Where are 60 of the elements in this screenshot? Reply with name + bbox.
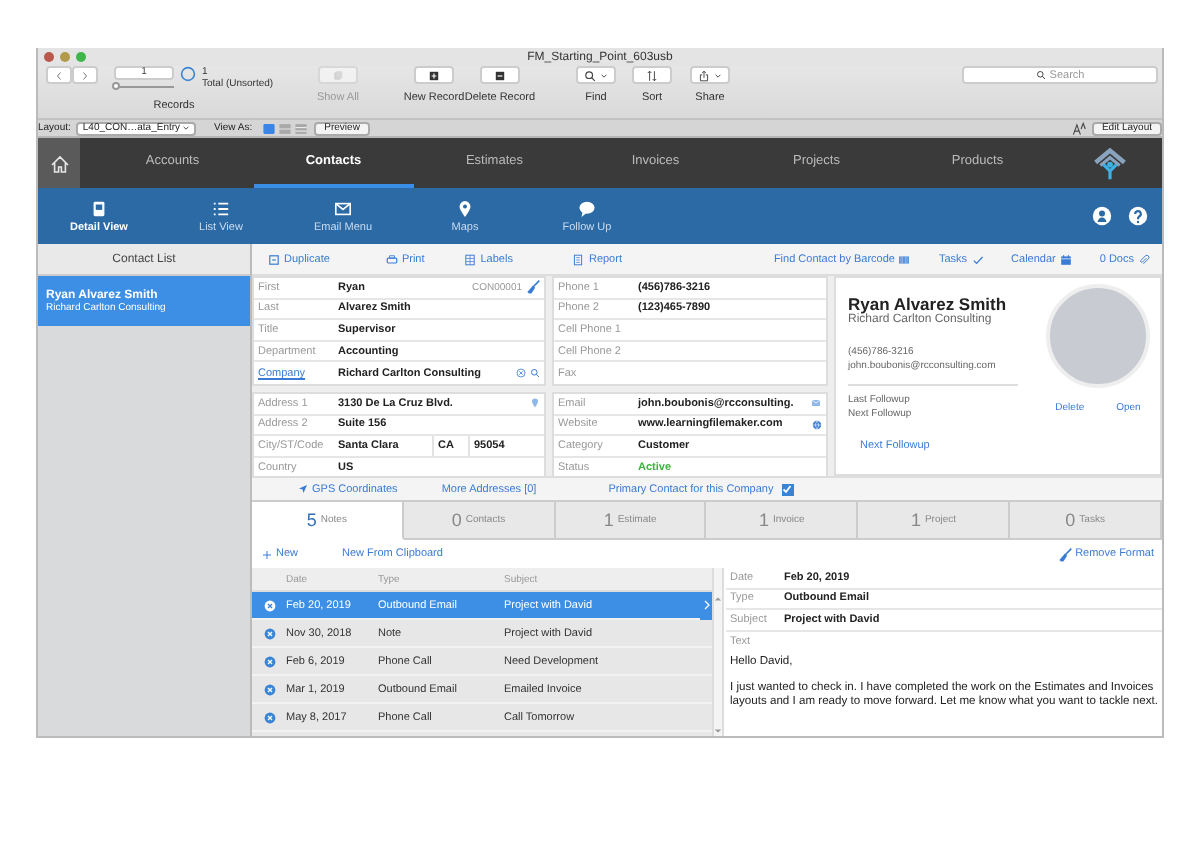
caret-icon	[182, 124, 191, 132]
list-icon	[212, 199, 230, 217]
clear-icon	[516, 368, 526, 379]
minimize-button[interactable]	[60, 52, 70, 62]
printer-icon	[385, 253, 398, 265]
search-icon	[530, 368, 540, 379]
photo-placeholder	[1046, 284, 1150, 388]
find-button[interactable]	[576, 66, 616, 84]
home-button[interactable]	[38, 138, 80, 188]
paperclip-icon	[1138, 253, 1150, 265]
caret-icon	[600, 71, 608, 79]
caret-icon	[714, 71, 722, 79]
share-button[interactable]	[690, 66, 730, 84]
brush-icon	[526, 280, 540, 295]
chevron-right-icon	[80, 69, 90, 81]
scroll-down-arrow-icon[interactable]	[714, 728, 722, 734]
delete-icon[interactable]	[263, 599, 275, 611]
pin-icon	[530, 398, 540, 409]
sort-arrows-icon	[646, 69, 658, 81]
document-icon	[90, 199, 108, 217]
calendar-icon	[1059, 253, 1072, 265]
chevron-left-icon	[54, 69, 64, 81]
record-circle-icon	[180, 66, 196, 82]
envelope-icon	[334, 199, 352, 217]
duplicate-icon	[268, 253, 280, 265]
plus-icon	[262, 549, 272, 559]
checkmark-icon	[971, 253, 984, 265]
scrollbar[interactable]	[712, 568, 724, 736]
barcode-icon	[898, 253, 911, 265]
contact-name: Ryan Alvarez Smith	[848, 294, 1009, 314]
help-icon	[1128, 206, 1148, 226]
search-icon	[584, 69, 596, 81]
minus-icon	[494, 69, 506, 81]
delete-button[interactable]	[480, 66, 520, 84]
view-mode-button[interactable]	[294, 121, 309, 135]
user-icon	[1092, 206, 1112, 226]
sort-button[interactable]	[632, 66, 672, 84]
house-icon	[49, 153, 69, 173]
help-button[interactable]	[1128, 206, 1148, 226]
checkbox[interactable]	[781, 483, 794, 495]
labels-icon	[464, 253, 477, 265]
pin-icon	[456, 199, 474, 217]
close-button[interactable]	[44, 52, 54, 62]
plus-icon	[428, 69, 440, 81]
globe-icon	[812, 419, 822, 430]
show-all-icon	[332, 69, 344, 81]
location-arrow-icon	[298, 484, 308, 494]
search-icon	[1035, 70, 1046, 80]
new-button[interactable]	[414, 66, 454, 84]
logo-icon	[1094, 147, 1126, 179]
share-icon	[698, 69, 710, 81]
envelope-icon	[810, 398, 822, 409]
brush-icon	[1057, 547, 1072, 561]
view-mode-button[interactable]	[262, 121, 277, 135]
zoom-button[interactable]	[76, 52, 86, 62]
speech-bubble-icon	[578, 199, 596, 217]
report-icon	[572, 253, 585, 265]
user-button[interactable]	[1092, 206, 1112, 226]
slider-thumb[interactable]	[112, 82, 120, 90]
scroll-up-arrow-icon[interactable]	[714, 596, 722, 602]
